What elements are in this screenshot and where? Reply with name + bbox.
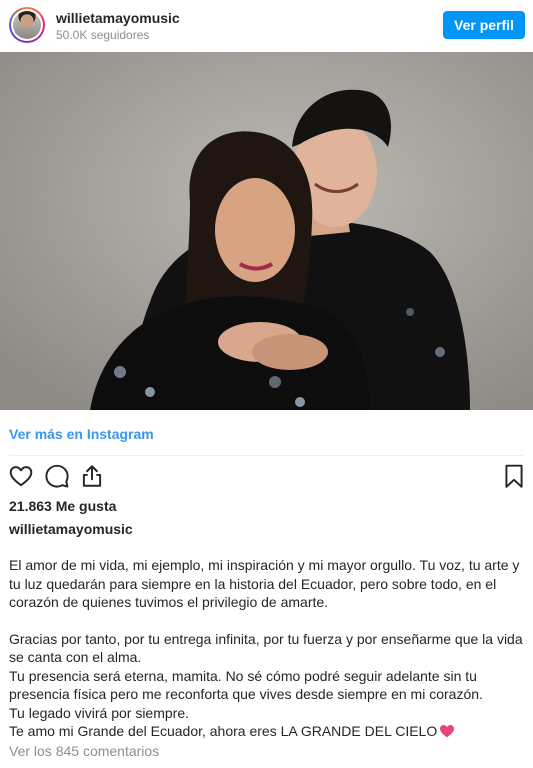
comment-bubble-icon[interactable]	[44, 463, 70, 489]
photo-illustration	[0, 52, 533, 410]
heart-outline-icon[interactable]	[8, 463, 34, 489]
post-header: willietamayomusic 50.0K seguidores Ver p…	[0, 0, 533, 52]
share-icon[interactable]	[79, 463, 105, 489]
avatar-photo	[13, 11, 41, 39]
divider	[9, 455, 524, 456]
caption-text: Te amo mi Grande del Ecuador, ahora eres…	[9, 723, 438, 739]
header-username[interactable]: willietamayomusic	[56, 10, 180, 26]
post-photo[interactable]	[0, 52, 533, 410]
post-caption: El amor de mi vida, mi ejemplo, mi inspi…	[9, 556, 524, 741]
see-more-link[interactable]: Ver más en Instagram	[9, 426, 154, 442]
view-profile-button[interactable]: Ver perfil	[443, 11, 525, 39]
like-count[interactable]: 21.863 Me gusta	[9, 498, 116, 514]
follower-count: 50.0K seguidores	[56, 28, 150, 42]
avatar[interactable]	[9, 7, 45, 43]
post-owner-username[interactable]: willietamayomusic	[9, 521, 133, 537]
caption-paragraph: Gracias por tanto, por tu entrega infini…	[9, 630, 523, 666]
instagram-embed-card: willietamayomusic 50.0K seguidores Ver p…	[0, 0, 533, 768]
caption-paragraph: Tu legado vivirá por siempre.	[9, 704, 190, 721]
caption-last-line: Te amo mi Grande del Ecuador, ahora eres…	[9, 722, 524, 741]
caption-paragraph: El amor de mi vida, mi ejemplo, mi inspi…	[9, 557, 520, 610]
pink-heart-emoji-icon	[440, 724, 455, 738]
view-comments-link[interactable]: Ver los 845 comentarios	[9, 743, 159, 759]
caption-paragraph: Tu presencia será eterna, mamita. No sé …	[9, 667, 483, 703]
bookmark-icon[interactable]	[501, 463, 527, 489]
